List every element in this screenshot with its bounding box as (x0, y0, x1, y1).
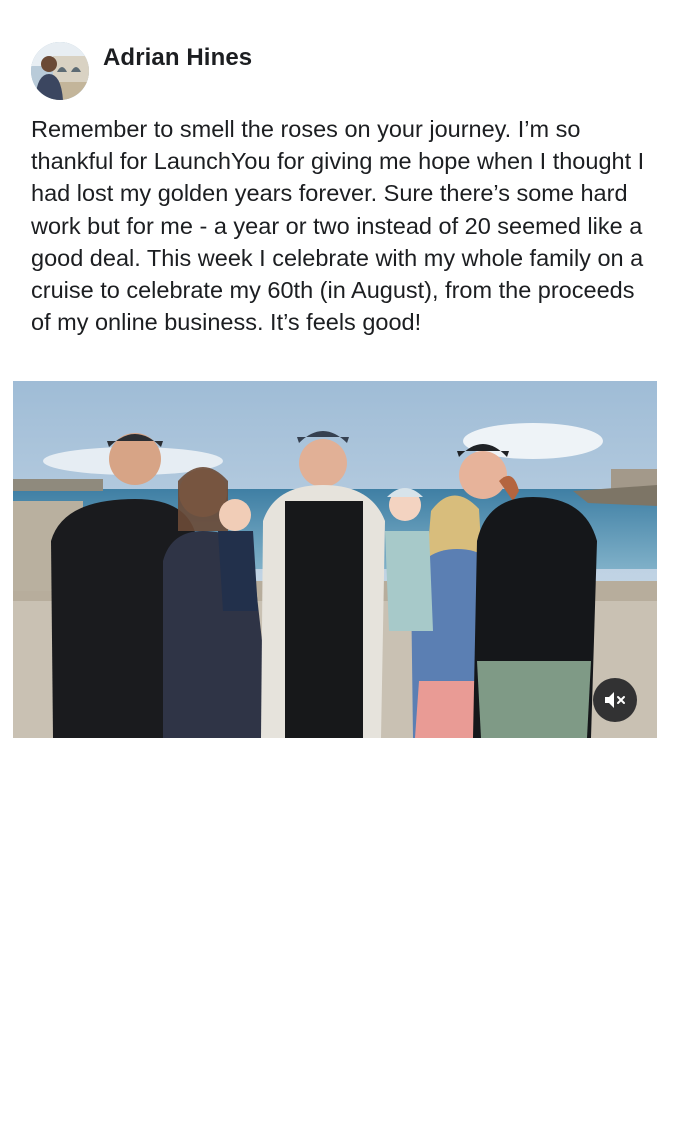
post-header: Adrian Hines (31, 42, 252, 100)
family-photo (13, 381, 657, 738)
mute-button[interactable] (593, 678, 637, 722)
avatar-image (31, 42, 89, 100)
author-name[interactable]: Adrian Hines (103, 44, 252, 72)
post-video[interactable] (13, 381, 657, 738)
post-text: Remember to smell the roses on your jour… (31, 116, 645, 336)
speaker-muted-icon (605, 692, 625, 708)
author-avatar[interactable] (31, 42, 89, 100)
